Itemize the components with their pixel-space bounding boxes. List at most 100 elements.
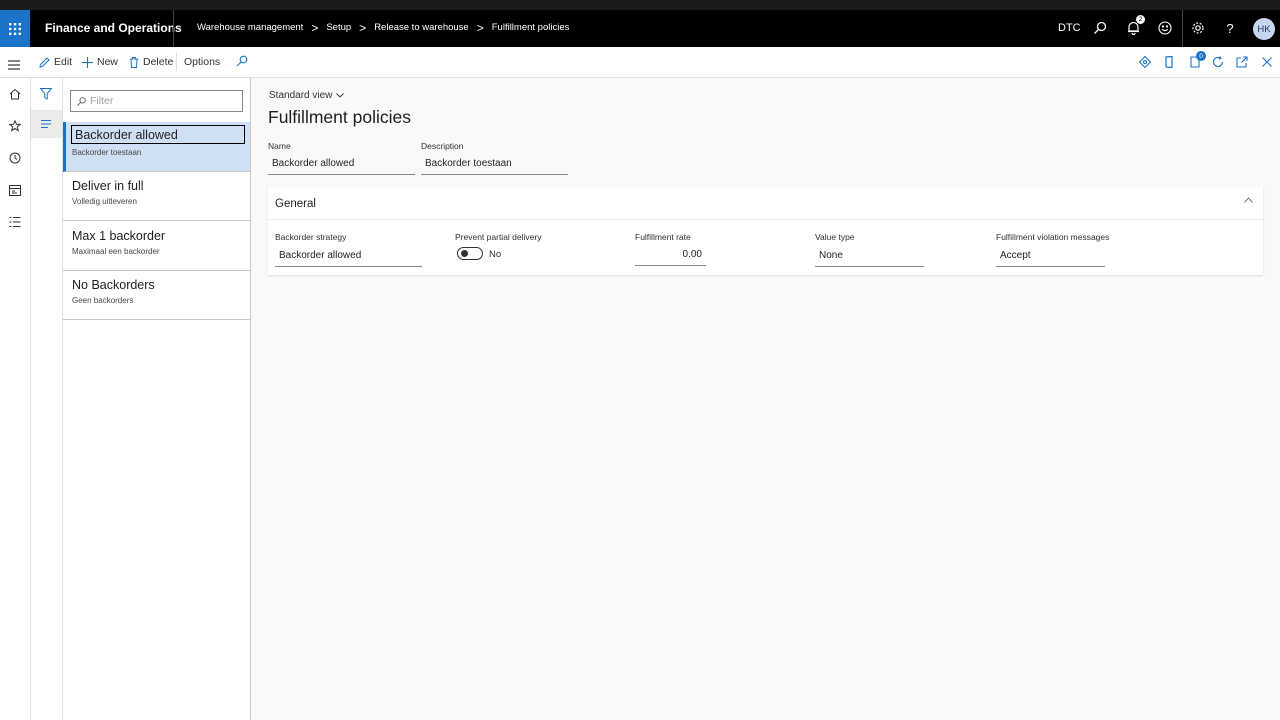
attachments-button[interactable]: 0 (1187, 51, 1206, 70)
filter-button[interactable] (39, 87, 53, 105)
nav-menu-button[interactable] (8, 57, 20, 75)
action-pane: Edit New Delete Options 0 (0, 47, 1280, 78)
workspaces-button[interactable] (7, 182, 23, 198)
settings-button[interactable] (1188, 18, 1208, 38)
company-picker[interactable]: DTC (1058, 22, 1081, 34)
fulfillment-rate-label: Fulfillment rate (635, 232, 691, 242)
help-button[interactable]: ? (1220, 18, 1240, 38)
breadcrumb-separator: > (359, 20, 367, 35)
plus-icon (82, 56, 93, 68)
edit-button[interactable]: Edit (39, 56, 72, 68)
workspace-icon (9, 184, 21, 196)
list-item[interactable]: Deliver in full Volledig uitleveren (63, 171, 250, 221)
filter-placeholder: Filter (90, 95, 114, 107)
options-label: Options (184, 56, 221, 68)
breadcrumb-item-setup[interactable]: Setup (326, 22, 351, 33)
app-title[interactable]: Finance and Operations (45, 21, 182, 35)
prevent-partial-label: Prevent partial delivery (455, 232, 542, 242)
list-item-title: No Backorders (72, 278, 155, 292)
list-view-toggle[interactable] (31, 110, 62, 138)
close-button[interactable] (1259, 54, 1275, 70)
record-list-panel: Filter Backorder allowed Backorder toest… (63, 78, 251, 720)
view-selector[interactable]: Standard view (269, 90, 345, 101)
value-type-select[interactable]: None (815, 247, 924, 267)
feedback-button[interactable] (1155, 18, 1175, 38)
backorder-strategy-label: Backorder strategy (275, 232, 347, 242)
attachments-badge: 0 (1196, 51, 1206, 61)
office-icon (1165, 56, 1173, 68)
home-button[interactable] (7, 86, 23, 102)
delete-label: Delete (143, 56, 174, 68)
waffle-icon (9, 22, 21, 35)
general-title: General (275, 198, 316, 210)
modules-button[interactable] (7, 214, 23, 230)
clock-icon (9, 152, 21, 164)
breadcrumb-separator: > (311, 20, 319, 35)
list-item-title: Backorder allowed (71, 125, 245, 144)
list-item-subtitle: Geen backorders (72, 296, 134, 305)
favorites-button[interactable] (7, 118, 23, 134)
new-button[interactable]: New (82, 56, 118, 68)
breadcrumb-item-release-to-warehouse[interactable]: Release to warehouse (374, 22, 469, 33)
new-label: New (97, 56, 119, 68)
action-divider (176, 53, 177, 71)
prevent-partial-value: No (489, 249, 502, 260)
details-pane: Standard view Fulfillment policies Name … (251, 78, 1280, 720)
list-item-title: Deliver in full (72, 179, 144, 193)
breadcrumb-item-warehouse-management[interactable]: Warehouse management (197, 22, 303, 33)
browser-strip (0, 0, 1280, 10)
description-field[interactable]: Backorder toestaan (421, 155, 568, 175)
lines-icon (41, 120, 51, 128)
user-avatar[interactable]: HK (1253, 18, 1275, 40)
list-item-title: Max 1 backorder (72, 229, 166, 243)
search-button[interactable] (1090, 18, 1110, 38)
name-label: Name (268, 141, 291, 151)
filter-input[interactable]: Filter (70, 90, 243, 112)
navigation-rail (0, 78, 31, 720)
fulfillment-rate-field[interactable]: 0.00 (635, 246, 706, 266)
refresh-button[interactable] (1210, 54, 1226, 70)
action-search-button[interactable] (236, 55, 248, 67)
edit-label: Edit (54, 56, 73, 68)
name-field[interactable]: Backorder allowed (268, 155, 415, 175)
view-name: Standard view (269, 90, 333, 101)
nav-divider (1182, 10, 1183, 47)
app-launcher-button[interactable] (0, 10, 30, 47)
chevron-down-icon (336, 93, 345, 98)
power-apps-button[interactable] (1137, 54, 1153, 70)
general-fasttab: General Backorder strategy Backorder all… (268, 187, 1263, 275)
pencil-icon (39, 56, 50, 68)
list-toolbar (31, 78, 63, 720)
violation-messages-select[interactable]: Accept (996, 247, 1105, 267)
notification-badge: 2 (1136, 15, 1145, 24)
gear-icon (1192, 22, 1204, 34)
office-button[interactable] (1161, 54, 1177, 70)
list-item-subtitle: Backorder toestaan (72, 148, 142, 157)
toggle-knob (461, 250, 468, 257)
funnel-icon (39, 88, 53, 100)
home-icon (9, 88, 21, 100)
star-icon (9, 120, 21, 132)
hamburger-icon (8, 60, 20, 70)
list-item[interactable]: No Backorders Geen backorders (63, 270, 250, 320)
top-nav-bar: Finance and Operations Warehouse managem… (0, 10, 1280, 47)
search-icon (1094, 21, 1107, 34)
breadcrumb: Warehouse management > Setup > Release t… (197, 20, 569, 35)
prevent-partial-toggle[interactable] (457, 247, 483, 260)
notifications-button[interactable]: 2 (1123, 15, 1145, 38)
list-item[interactable]: Max 1 backorder Maximaal een backorder (63, 221, 250, 271)
trash-icon (130, 56, 138, 68)
refresh-icon (1212, 56, 1224, 67)
violation-messages-label: Fulfillment violation messages (996, 232, 1110, 242)
popout-icon (1236, 56, 1248, 68)
chevron-up-icon[interactable] (1244, 197, 1253, 203)
list-item[interactable]: Backorder allowed Backorder toestaan (63, 122, 250, 172)
options-button[interactable]: Options (184, 56, 220, 68)
recent-button[interactable] (7, 150, 23, 166)
general-header[interactable]: General (268, 187, 1263, 220)
open-new-window-button[interactable] (1234, 54, 1250, 70)
list-item-subtitle: Volledig uitleveren (72, 197, 137, 206)
delete-button[interactable]: Delete (129, 56, 173, 68)
backorder-strategy-select[interactable]: Backorder allowed (275, 247, 422, 267)
nav-divider (173, 10, 174, 47)
